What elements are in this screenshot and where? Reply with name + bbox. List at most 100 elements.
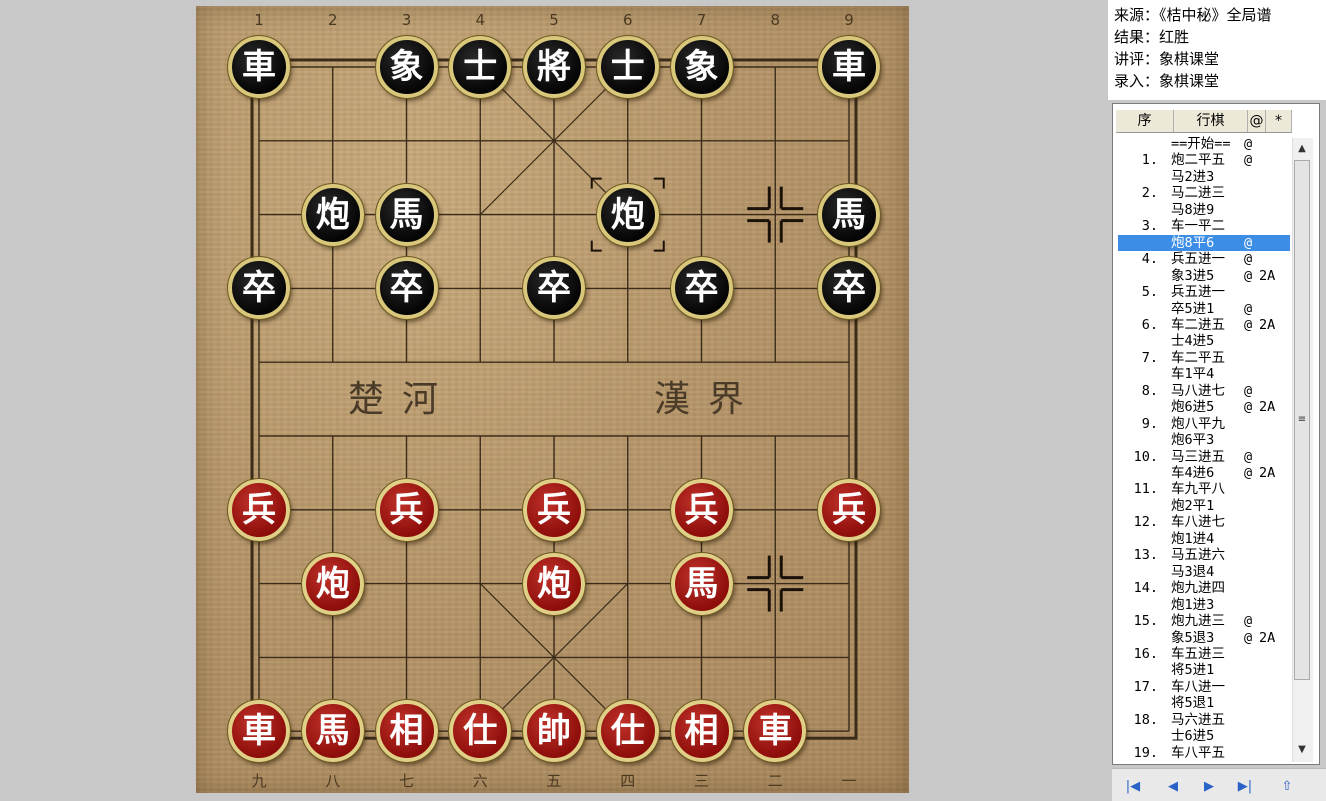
black-chariot-right[interactable]: 車	[817, 35, 881, 99]
file-label-bottom: 八	[325, 772, 341, 790]
move-row[interactable]: 19. 车八平五	[1118, 745, 1290, 761]
piece-label: 仕	[463, 711, 498, 752]
move-row[interactable]: 车1平4	[1118, 366, 1290, 382]
move-row[interactable]: 3. 车一平二	[1118, 218, 1290, 234]
move-row[interactable]: 炮1进3	[1118, 597, 1290, 613]
move-row[interactable]: 象3进5 @2A	[1118, 268, 1290, 284]
move-row[interactable]: 16. 车五进三	[1118, 646, 1290, 662]
header-move[interactable]: 行棋	[1174, 110, 1248, 132]
black-horse-right[interactable]: 馬	[817, 182, 881, 247]
move-row[interactable]: 5. 兵五进一	[1118, 284, 1290, 300]
chess-board[interactable]: 車象士將士象車炮馬炮馬卒卒卒卒卒兵兵兵兵兵炮炮馬車馬相仕帥仕相車 1234567…	[196, 6, 909, 793]
move-at-mark: @	[1244, 136, 1253, 152]
header-star[interactable]: *	[1266, 110, 1292, 132]
next-move-icon[interactable]: ▶	[1200, 778, 1218, 796]
header-index[interactable]: 序	[1116, 110, 1174, 132]
move-row[interactable]: 马3退4	[1118, 564, 1290, 580]
move-row[interactable]: 炮6平3	[1118, 432, 1290, 448]
move-row[interactable]: 1. 炮二平五 @	[1118, 152, 1290, 168]
red-general[interactable]: 帥	[522, 699, 586, 764]
move-list[interactable]: ==开始== @1. 炮二平五 @ 马2进3 2. 马二进三 马8进9 3. 车一平二 炮8平6 @4…	[1118, 136, 1290, 762]
red-chariot-left[interactable]: 車	[227, 699, 291, 764]
piece-label: 將	[537, 47, 571, 87]
move-row[interactable]: 将5退1	[1118, 695, 1290, 711]
move-row[interactable]: 炮2平1	[1118, 498, 1290, 514]
red-soldier-1[interactable]: 兵	[227, 477, 291, 542]
move-row[interactable]: 10. 马三进五 @	[1118, 449, 1290, 465]
red-horse-right[interactable]: 馬	[669, 551, 734, 616]
black-cannon-left[interactable]: 炮	[300, 182, 365, 247]
red-soldier-9[interactable]: 兵	[817, 477, 881, 542]
move-row[interactable]: 8. 马八进七 @	[1118, 383, 1290, 399]
move-row[interactable]: 9. 炮八平九	[1118, 416, 1290, 432]
black-elephant-right[interactable]: 象	[669, 35, 734, 99]
move-row[interactable]: ==开始== @	[1118, 136, 1290, 152]
file-label-top: 7	[696, 11, 707, 29]
black-soldier-1[interactable]: 卒	[227, 256, 291, 321]
move-row[interactable]: 2. 马二进三	[1118, 185, 1290, 201]
red-soldier-5[interactable]: 兵	[522, 477, 586, 542]
black-cannon-right[interactable]: 炮	[595, 182, 660, 247]
move-row[interactable]: 马2进3	[1118, 169, 1290, 185]
move-row[interactable]: 马8进9	[1118, 202, 1290, 218]
black-advisor-left[interactable]: 士	[448, 35, 513, 99]
move-row[interactable]: 12. 车八进七	[1118, 514, 1290, 530]
scroll-up-icon[interactable]: ▲	[1294, 141, 1310, 157]
red-chariot-right[interactable]: 車	[743, 699, 808, 764]
move-row[interactable]: 11. 车九平八	[1118, 481, 1290, 497]
red-advisor-right[interactable]: 仕	[595, 699, 660, 764]
up-variation-icon[interactable]: ⇧	[1278, 778, 1296, 796]
black-soldier-3[interactable]: 卒	[374, 256, 439, 321]
red-elephant-right[interactable]: 相	[669, 699, 734, 764]
first-move-icon[interactable]: |◀	[1124, 778, 1142, 796]
last-move-icon[interactable]: ▶|	[1236, 778, 1254, 796]
move-text: 兵五进一	[1171, 251, 1225, 268]
file-label-top: 1	[254, 11, 264, 29]
piece-label: 車	[242, 711, 276, 752]
move-text: 车二进五	[1171, 316, 1225, 333]
black-soldier-9[interactable]: 卒	[817, 256, 881, 321]
move-row[interactable]: 炮6进5 @2A	[1118, 399, 1290, 415]
move-row[interactable]: 7. 车二平五	[1118, 350, 1290, 366]
move-row[interactable]: 将5进1	[1118, 662, 1290, 678]
move-row[interactable]: 士4进5	[1118, 333, 1290, 349]
move-at-mark: @	[1244, 316, 1253, 333]
piece-label: 帥	[537, 711, 571, 752]
board-grid	[250, 58, 858, 740]
move-row[interactable]: 炮8平6 @	[1118, 234, 1290, 251]
move-row[interactable]: 车4进6 @2A	[1118, 465, 1290, 481]
move-number: 13.	[1133, 547, 1158, 564]
file-label-bottom: 六	[472, 772, 488, 790]
move-row[interactable]: 士6进5	[1118, 728, 1290, 744]
black-soldier-7[interactable]: 卒	[669, 256, 734, 321]
black-elephant-left[interactable]: 象	[374, 35, 439, 99]
move-row[interactable]: 14. 炮九进四	[1118, 580, 1290, 596]
move-row[interactable]: 13. 马五进六	[1118, 547, 1290, 563]
move-text: 炮2平1	[1171, 497, 1215, 514]
move-row[interactable]: 6. 车二进五 @2A	[1118, 317, 1290, 333]
red-soldier-3[interactable]: 兵	[374, 477, 439, 542]
move-row[interactable]: 4. 兵五进一 @	[1118, 251, 1290, 267]
red-cannon-left[interactable]: 炮	[300, 551, 365, 616]
prev-move-icon[interactable]: ◀	[1164, 778, 1182, 796]
move-row[interactable]: 卒5进1 @	[1118, 301, 1290, 317]
red-soldier-7[interactable]: 兵	[669, 477, 734, 542]
red-elephant-left[interactable]: 相	[374, 699, 439, 764]
move-row[interactable]: 象5退3 @2A	[1118, 630, 1290, 646]
move-row[interactable]: 炮1进4	[1118, 531, 1290, 547]
move-row[interactable]: 17. 车八进一	[1118, 679, 1290, 695]
black-advisor-right[interactable]: 士	[595, 35, 660, 99]
header-at[interactable]: @	[1248, 110, 1266, 132]
black-general[interactable]: 將	[522, 35, 586, 99]
red-cannon-center[interactable]: 炮	[522, 551, 586, 616]
move-row[interactable]: 18. 马六进五	[1118, 712, 1290, 728]
file-label-bottom: 七	[398, 772, 414, 790]
black-soldier-5[interactable]: 卒	[522, 256, 586, 321]
black-chariot-left[interactable]: 車	[227, 35, 291, 99]
black-horse-left[interactable]: 馬	[374, 182, 439, 247]
scroll-down-icon[interactable]: ▼	[1294, 742, 1310, 758]
red-advisor-left[interactable]: 仕	[448, 699, 513, 764]
piece-label: 車	[832, 47, 866, 87]
move-row[interactable]: 15. 炮九进三 @	[1118, 613, 1290, 629]
red-horse-left[interactable]: 馬	[300, 699, 365, 764]
